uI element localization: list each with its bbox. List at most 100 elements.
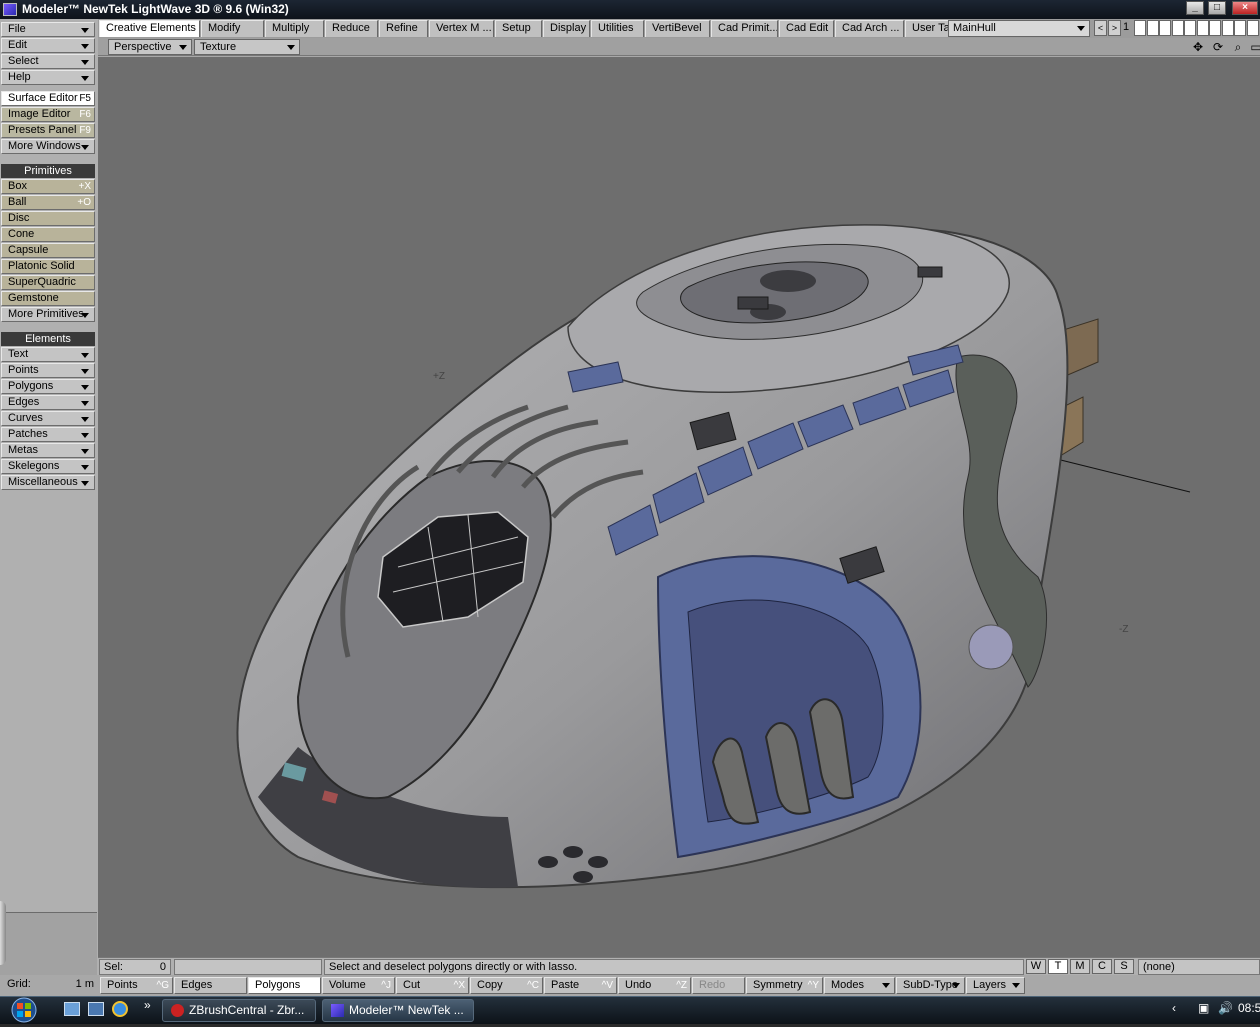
tab-cad-edit[interactable]: Cad Edit xyxy=(779,20,834,37)
surface-field[interactable]: (none) xyxy=(1138,959,1260,975)
layer-box[interactable] xyxy=(1221,20,1234,36)
elements-patches-menu[interactable]: Patches xyxy=(1,427,95,442)
toolbar-layers-button[interactable]: Layers xyxy=(966,977,1025,994)
element-label: Skelegons xyxy=(8,460,60,472)
menu-file[interactable]: File xyxy=(1,22,95,37)
tab-creative-elements[interactable]: Creative Elements xyxy=(99,20,200,37)
primitive-disc-button[interactable]: Disc xyxy=(1,211,95,226)
layer-box[interactable] xyxy=(1159,20,1171,36)
wtmcs-m-button[interactable]: M xyxy=(1070,959,1090,974)
primitive-label: Box xyxy=(8,180,27,192)
toolbar-label: Cut xyxy=(403,979,421,991)
wtmcs-s-button[interactable]: S xyxy=(1114,959,1134,974)
primitive-label: More Primitives xyxy=(8,308,84,320)
primitive-box-button[interactable]: Box +X xyxy=(1,179,95,194)
projection-dropdown[interactable]: Perspective xyxy=(108,39,192,55)
tab-utilities[interactable]: Utilities xyxy=(591,20,644,37)
prev-layer-button[interactable]: < xyxy=(1094,20,1107,36)
close-button[interactable]: × xyxy=(1232,1,1258,15)
menu-select[interactable]: Select xyxy=(1,54,95,69)
tab-refine[interactable]: Refine xyxy=(379,20,428,37)
clock[interactable]: 08:5 xyxy=(1238,1001,1260,1015)
side-tab-handle[interactable] xyxy=(0,901,6,965)
toolbar-points-button[interactable]: Points ^G xyxy=(100,977,173,994)
move-view-icon[interactable]: ✥ xyxy=(1190,40,1206,54)
tab-setup[interactable]: Setup xyxy=(495,20,542,37)
primitive-capsule-button[interactable]: Capsule xyxy=(1,243,95,258)
tab-reduce[interactable]: Reduce xyxy=(325,20,378,37)
layer-box[interactable] xyxy=(1184,20,1196,36)
toolbar-copy-button[interactable]: Copy ^C xyxy=(470,977,543,994)
menu-edit[interactable]: Edit xyxy=(1,38,95,53)
wtmcs-t-button[interactable]: T xyxy=(1048,959,1068,974)
layer-box[interactable] xyxy=(1171,20,1184,36)
wtmcs-w-button[interactable]: W xyxy=(1026,959,1046,974)
tab-cad-arch[interactable]: Cad Arch ... xyxy=(835,20,904,37)
volume-icon[interactable]: 🔊 xyxy=(1218,1001,1233,1015)
start-button[interactable] xyxy=(4,996,50,1024)
tab-multiply[interactable]: Multiply xyxy=(265,20,324,37)
task-zbrushcentral[interactable]: ZBrushCentral - Zbr... xyxy=(162,999,316,1022)
primitive-gemstone-button[interactable]: Gemstone xyxy=(1,291,95,306)
maximize-view-icon[interactable]: ▭ xyxy=(1248,40,1260,54)
tray-expand-icon[interactable]: ‹ xyxy=(1172,1001,1176,1015)
tab-cad-primit[interactable]: Cad Primit... xyxy=(711,20,778,37)
zoom-view-icon[interactable]: ⌕ xyxy=(1230,40,1246,54)
shortcut-label: +O xyxy=(77,197,91,208)
tab-vertex-m[interactable]: Vertex M ... xyxy=(429,20,494,37)
elements-miscellaneous-menu[interactable]: Miscellaneous xyxy=(1,475,95,490)
toolbar-undo-button[interactable]: Undo ^Z xyxy=(618,977,691,994)
primitive-cone-button[interactable]: Cone xyxy=(1,227,95,242)
elements-points-menu[interactable]: Points xyxy=(1,363,95,378)
toolbar-modes-button[interactable]: Modes xyxy=(824,977,895,994)
primitive-platonic-solid-button[interactable]: Platonic Solid xyxy=(1,259,95,274)
layer-box[interactable] xyxy=(1146,20,1159,36)
layer-box[interactable] xyxy=(1246,20,1259,36)
switch-windows-icon[interactable] xyxy=(88,1002,104,1016)
elements-metas-menu[interactable]: Metas xyxy=(1,443,95,458)
minimize-button[interactable]: _ xyxy=(1186,1,1204,15)
layer-box[interactable] xyxy=(1196,20,1209,36)
toolbar-edges-button[interactable]: Edges xyxy=(174,977,247,994)
toolbar-label: Symmetry xyxy=(753,979,803,991)
toolbar-symmetry-button[interactable]: Symmetry ^Y xyxy=(746,977,823,994)
layer-box[interactable] xyxy=(1234,20,1246,36)
primitive-ball-button[interactable]: Ball +O xyxy=(1,195,95,210)
maximize-button[interactable]: □ xyxy=(1208,1,1226,15)
primitive-superquadric-button[interactable]: SuperQuadric xyxy=(1,275,95,290)
elements-curves-menu[interactable]: Curves xyxy=(1,411,95,426)
wtmcs-c-button[interactable]: C xyxy=(1092,959,1112,974)
layer-box[interactable] xyxy=(1209,20,1221,36)
layer-box[interactable] xyxy=(1134,20,1146,36)
elements-edges-menu[interactable]: Edges xyxy=(1,395,95,410)
tab-display[interactable]: Display xyxy=(543,20,590,37)
tab-vertibevel[interactable]: VertiBevel xyxy=(645,20,710,37)
toolbar-paste-button[interactable]: Paste ^V xyxy=(544,977,617,994)
menu-help[interactable]: Help xyxy=(1,70,95,85)
render-mode-dropdown[interactable]: Texture xyxy=(194,39,300,55)
primitive-more-primitives-button[interactable]: More Primitives xyxy=(1,307,95,322)
toolbar-volume-button[interactable]: Volume ^J xyxy=(322,977,395,994)
elements-text-menu[interactable]: Text xyxy=(1,347,95,362)
toolbar-redo-button[interactable]: Redo xyxy=(692,977,745,994)
toolbar-subd-type-button[interactable]: SubD-Type xyxy=(896,977,965,994)
network-icon[interactable]: ▣ xyxy=(1198,1001,1209,1015)
layer-select[interactable]: MainHull xyxy=(948,20,1090,37)
rotate-view-icon[interactable]: ⟳ xyxy=(1210,40,1226,54)
presets-panel-button[interactable]: Presets Panel F9 xyxy=(1,123,95,138)
show-desktop-icon[interactable] xyxy=(64,1002,80,1016)
more-windows-button[interactable]: More Windows xyxy=(1,139,95,154)
next-layer-button[interactable]: > xyxy=(1108,20,1121,36)
task-modeler[interactable]: Modeler™ NewTek ... xyxy=(322,999,474,1022)
toolbar-polygons-button[interactable]: Polygons ^H xyxy=(248,977,321,994)
tab-modify[interactable]: Modify xyxy=(201,20,264,37)
internet-explorer-icon[interactable] xyxy=(112,1001,128,1017)
elements-polygons-menu[interactable]: Polygons xyxy=(1,379,95,394)
toolbar-cut-button[interactable]: Cut ^X xyxy=(396,977,469,994)
grid-value: 1 m xyxy=(75,978,94,990)
elements-skelegons-menu[interactable]: Skelegons xyxy=(1,459,95,474)
quick-launch-chevron[interactable]: » xyxy=(144,998,151,1012)
surface-editor-button[interactable]: Surface Editor F5 xyxy=(1,91,95,106)
perspective-viewport[interactable]: +Z -Z xyxy=(98,57,1260,957)
image-editor-button[interactable]: Image Editor F6 xyxy=(1,107,95,122)
